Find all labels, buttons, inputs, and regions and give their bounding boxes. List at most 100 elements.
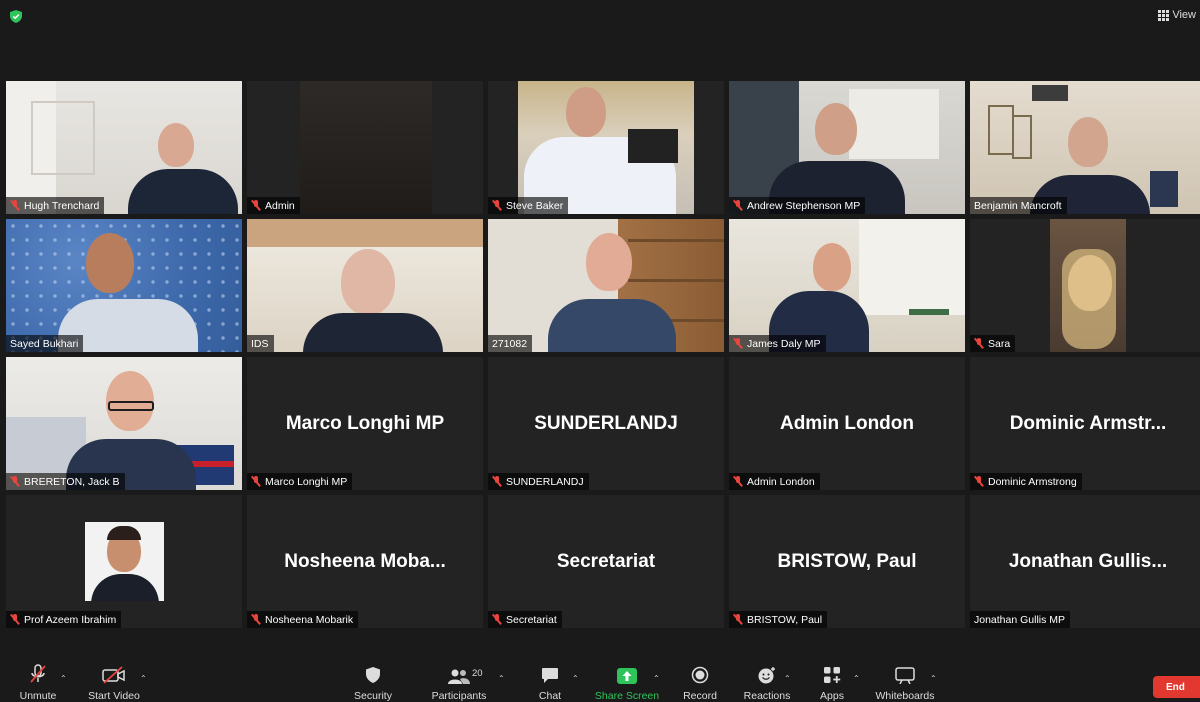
whiteboards-options-caret-icon[interactable]: ⌃: [930, 674, 937, 683]
meeting-toolbar: Unmute ⌃ Start Video ⌃ Security 20 Parti…: [0, 662, 1200, 702]
share-options-caret-icon[interactable]: ⌃: [653, 674, 660, 683]
reactions-options-caret-icon[interactable]: ⌃: [784, 674, 791, 683]
audio-options-caret-icon[interactable]: ⌃: [60, 674, 67, 683]
participant-name-tag: Sayed Bukhari: [6, 335, 84, 352]
start-video-button[interactable]: Start Video: [84, 662, 144, 702]
participant-count: 20: [472, 668, 483, 679]
mic-muted-icon: [251, 200, 261, 211]
encryption-shield-icon[interactable]: [10, 10, 22, 23]
participant-name-tag: Benjamin Mancroft: [970, 197, 1067, 214]
camera-feed: [729, 81, 965, 214]
video-tile-bristow[interactable]: BRISTOW, Paul BRISTOW, Paul: [729, 495, 965, 628]
video-tile-jonathan[interactable]: Jonathan Gullis... Jonathan Gullis MP: [970, 495, 1200, 628]
gallery-view: Hugh Trenchard Admin Steve Baker Andrew …: [6, 81, 1200, 628]
participant-name-tag: IDS: [247, 335, 274, 352]
apps-button[interactable]: Apps: [814, 662, 850, 702]
participant-display-name: Jonathan Gullis...: [1008, 550, 1168, 572]
participants-options-caret-icon[interactable]: ⌃: [498, 674, 505, 683]
end-label: End: [1166, 681, 1185, 693]
meeting-top-bar: View: [0, 0, 1200, 32]
camera-feed: [247, 219, 483, 352]
participants-label: Participants: [431, 690, 487, 702]
whiteboards-label: Whiteboards: [875, 690, 935, 702]
participant-display-name: Nosheena Moba...: [284, 550, 446, 572]
mic-muted-icon: [10, 200, 20, 211]
participant-name-tag: Jonathan Gullis MP: [970, 611, 1071, 628]
participant-display-name: SUNDERLANDJ: [534, 412, 678, 434]
unmute-button[interactable]: Unmute: [12, 662, 64, 702]
video-tile-271082-active-speaker[interactable]: 271082: [488, 219, 724, 352]
camera-feed: [6, 357, 242, 490]
mic-muted-icon: [974, 476, 984, 487]
camera-feed: [488, 219, 724, 352]
video-tile-sayed[interactable]: Sayed Bukhari: [6, 219, 242, 352]
view-button[interactable]: View: [1158, 9, 1196, 21]
video-tile-hugh[interactable]: Hugh Trenchard: [6, 81, 242, 214]
security-shield-icon: [366, 667, 380, 683]
unmute-label: Unmute: [19, 690, 57, 702]
participant-name-tag: Dominic Armstrong: [970, 473, 1082, 490]
video-off-icon: [102, 666, 125, 684]
video-tile-azeem[interactable]: Prof Azeem Ibrahim: [6, 495, 242, 628]
share-screen-button[interactable]: Share Screen: [594, 662, 660, 702]
video-tile-sara[interactable]: Sara: [970, 219, 1200, 352]
apps-label: Apps: [820, 690, 844, 702]
mic-muted-icon: [733, 338, 743, 349]
video-tile-andrew[interactable]: Andrew Stephenson MP: [729, 81, 965, 214]
participants-icon: [448, 669, 470, 684]
mic-muted-icon: [733, 614, 743, 625]
participant-display-name: Dominic Armstr...: [1009, 412, 1167, 434]
mic-muted-icon: [492, 614, 502, 625]
mic-muted-icon: [251, 476, 261, 487]
mic-muted-icon: [10, 476, 20, 487]
video-options-caret-icon[interactable]: ⌃: [140, 674, 147, 683]
apps-options-caret-icon[interactable]: ⌃: [853, 674, 860, 683]
video-tile-secretariat[interactable]: Secretariat Secretariat: [488, 495, 724, 628]
mic-muted-icon: [251, 614, 261, 625]
mic-muted-icon: [492, 200, 502, 211]
video-tile-james[interactable]: James Daly MP: [729, 219, 965, 352]
profile-picture: [85, 522, 164, 601]
security-label: Security: [354, 690, 392, 702]
start-video-label: Start Video: [88, 690, 140, 702]
camera-feed: [488, 81, 724, 214]
chat-button[interactable]: Chat: [530, 662, 570, 702]
video-tile-marco[interactable]: Marco Longhi MP Marco Longhi MP: [247, 357, 483, 490]
participant-name-tag: BRISTOW, Paul: [729, 611, 828, 628]
participant-display-name: Marco Longhi MP: [285, 412, 445, 434]
whiteboards-button[interactable]: Whiteboards: [872, 662, 938, 702]
video-tile-admin-london[interactable]: Admin London Admin London: [729, 357, 965, 490]
camera-feed: [247, 81, 483, 214]
record-button[interactable]: Record: [680, 662, 720, 702]
participant-display-name: BRISTOW, Paul: [777, 550, 917, 572]
participant-name-tag: SUNDERLANDJ: [488, 473, 589, 490]
camera-feed: [6, 81, 242, 214]
video-tile-brereton[interactable]: BRERETON, Jack B: [6, 357, 242, 490]
security-button[interactable]: Security: [350, 662, 396, 702]
video-tile-steve[interactable]: Steve Baker: [488, 81, 724, 214]
video-tile-sunderland[interactable]: SUNDERLANDJ SUNDERLANDJ: [488, 357, 724, 490]
camera-feed: [6, 219, 242, 352]
mic-muted-icon: [30, 664, 46, 683]
participants-button[interactable]: 20 Participants: [428, 662, 490, 702]
camera-feed: [729, 219, 965, 352]
participant-name-tag: Sara: [970, 335, 1016, 352]
chat-label: Chat: [538, 690, 562, 702]
video-tile-ids[interactable]: IDS: [247, 219, 483, 352]
end-meeting-button[interactable]: End: [1153, 676, 1200, 698]
grid-view-icon: [1158, 9, 1170, 21]
video-tile-admin[interactable]: Admin: [247, 81, 483, 214]
video-tile-nosheena[interactable]: Nosheena Moba... Nosheena Mobarik: [247, 495, 483, 628]
participant-display-name: Admin London: [779, 412, 915, 434]
mic-muted-icon: [492, 476, 502, 487]
record-icon: [691, 666, 709, 684]
share-screen-label: Share Screen: [594, 690, 660, 702]
video-tile-dominic[interactable]: Dominic Armstr... Dominic Armstrong: [970, 357, 1200, 490]
participant-name-tag: Andrew Stephenson MP: [729, 197, 866, 214]
share-screen-arrow-icon: [617, 668, 637, 684]
reactions-label: Reactions: [743, 690, 791, 702]
chat-options-caret-icon[interactable]: ⌃: [572, 674, 579, 683]
participant-name-tag: Secretariat: [488, 611, 562, 628]
video-tile-benjamin[interactable]: Benjamin Mancroft: [970, 81, 1200, 214]
mic-muted-icon: [974, 338, 984, 349]
